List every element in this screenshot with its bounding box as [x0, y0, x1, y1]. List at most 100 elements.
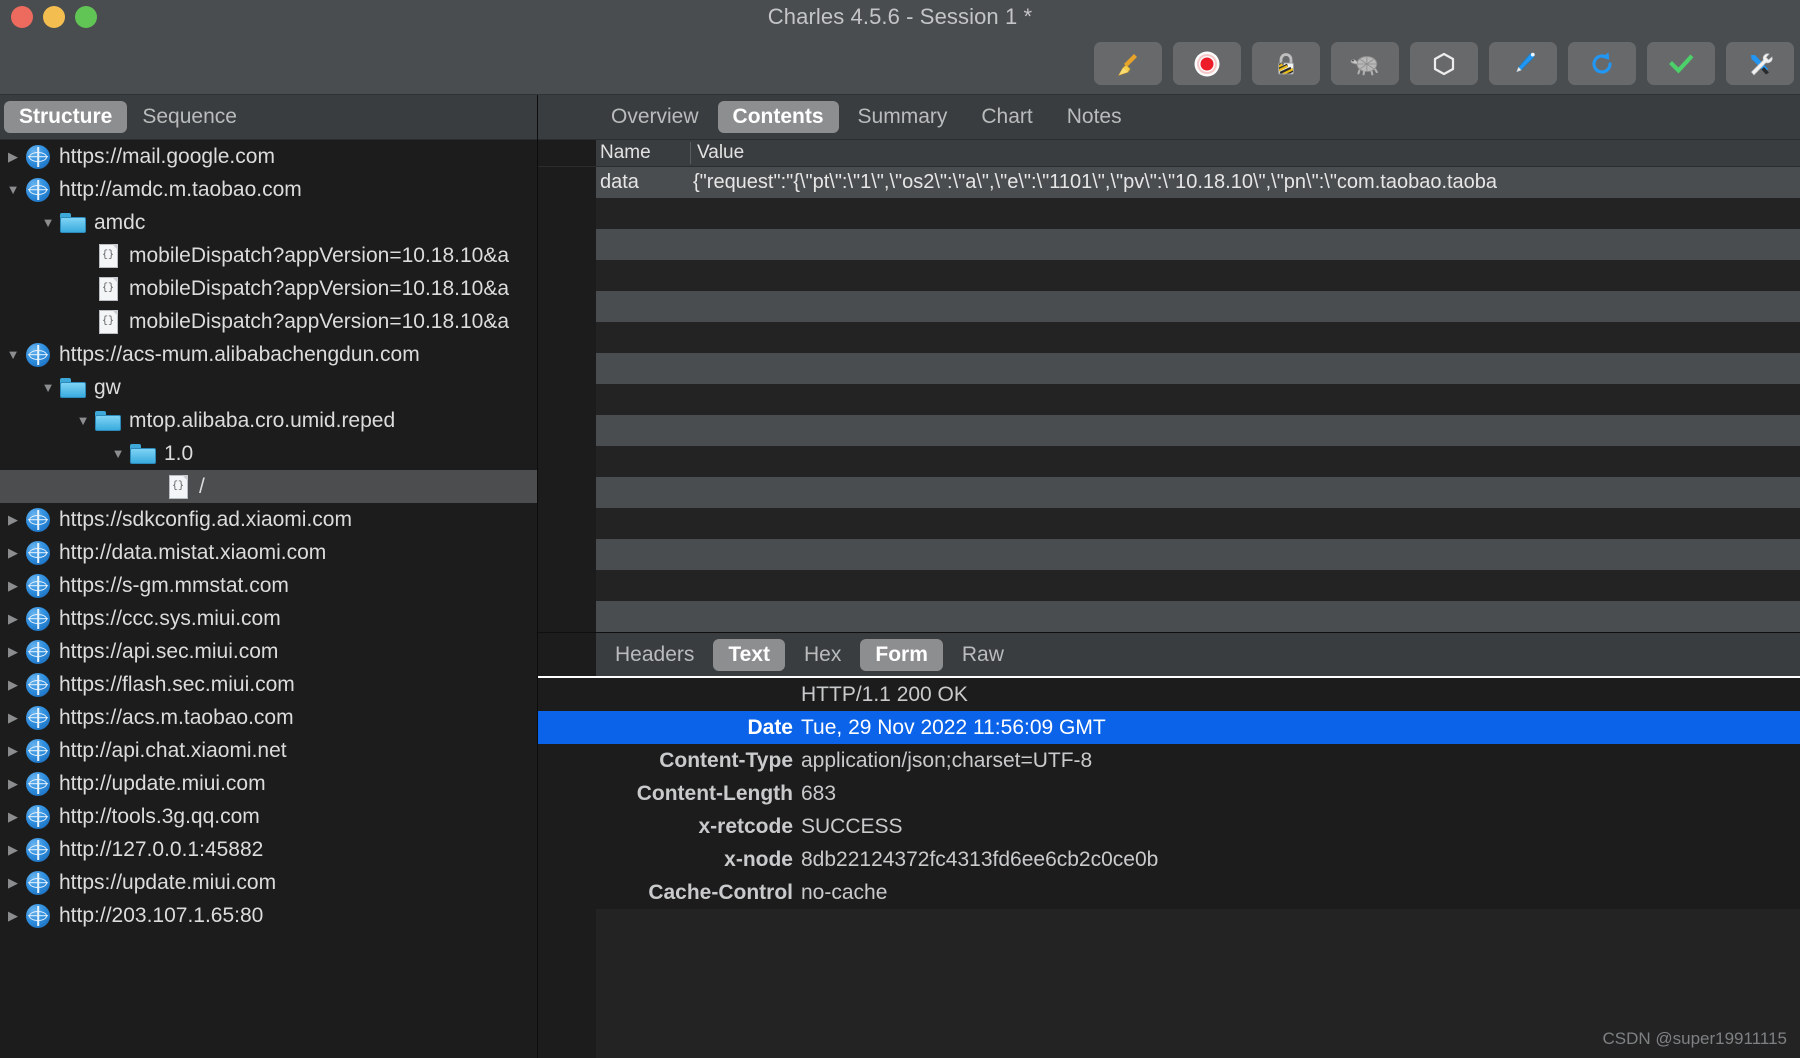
header-row[interactable]: Content-Type application/json;charset=UTF…	[538, 744, 1800, 777]
tree-row[interactable]: ▶ https://flash.sec.miui.com	[0, 668, 537, 701]
header-row[interactable]: Content-Length 683	[538, 777, 1800, 810]
chevron-right-icon[interactable]: ▶	[2, 876, 24, 889]
tree-row[interactable]: ▶ https://acs.m.taobao.com	[0, 701, 537, 734]
tab-chart[interactable]: Chart	[966, 101, 1047, 133]
tree-row[interactable]: {} mobileDispatch?appVersion=10.18.10&a	[0, 272, 537, 305]
tab-raw[interactable]: Raw	[947, 639, 1019, 671]
table-row[interactable]	[538, 508, 1800, 539]
table-row[interactable]	[538, 353, 1800, 384]
table-row[interactable]	[538, 539, 1800, 570]
tab-sequence[interactable]: Sequence	[127, 101, 252, 133]
header-row[interactable]: x-node 8db22124372fc4313fd6ee6cb2c0ce0b	[538, 843, 1800, 876]
tree-row[interactable]: ▼ https://acs-mum.alibabachengdun.com	[0, 338, 537, 371]
chevron-down-icon[interactable]: ▼	[72, 414, 94, 427]
tree-row[interactable]: ▶ http://203.107.1.65:80	[0, 899, 537, 932]
table-row[interactable]	[538, 570, 1800, 601]
tree-row[interactable]: ▶ http://data.mistat.xiaomi.com	[0, 536, 537, 569]
throttling-button[interactable]	[1331, 42, 1399, 85]
table-row[interactable]	[538, 229, 1800, 260]
tree-row[interactable]: ▶ https://ccc.sys.miui.com	[0, 602, 537, 635]
tree-row[interactable]: ▶ http://tools.3g.qq.com	[0, 800, 537, 833]
compose-button[interactable]	[1489, 42, 1557, 85]
tab-headers[interactable]: Headers	[600, 639, 709, 671]
chevron-down-icon[interactable]: ▼	[2, 183, 24, 196]
tools-button[interactable]	[1726, 42, 1794, 85]
chevron-right-icon[interactable]: ▶	[2, 711, 24, 724]
tree-row[interactable]: ▶ https://update.miui.com	[0, 866, 537, 899]
zoom-button[interactable]	[75, 5, 97, 28]
tree-row[interactable]: ▶ http://api.chat.xiaomi.net	[0, 734, 537, 767]
table-row[interactable]	[538, 601, 1800, 632]
tab-contents[interactable]: Contents	[717, 101, 839, 133]
chevron-right-icon[interactable]: ▶	[2, 645, 24, 658]
header-row[interactable]: x-retcode SUCCESS	[538, 810, 1800, 843]
clear-session-button[interactable]	[1094, 42, 1162, 85]
tree-row[interactable]: ▶ https://sdkconfig.ad.xiaomi.com	[0, 503, 537, 536]
validate-button[interactable]	[1647, 42, 1715, 85]
watermark: CSDN @super19911115	[1602, 1029, 1787, 1048]
record-button[interactable]	[1173, 42, 1241, 85]
breakpoints-button[interactable]	[1410, 42, 1478, 85]
tab-text[interactable]: Text	[713, 638, 786, 671]
chevron-right-icon[interactable]: ▶	[2, 843, 24, 856]
record-icon	[1194, 51, 1220, 76]
tab-form[interactable]: Form	[860, 638, 943, 671]
table-row[interactable]	[538, 384, 1800, 415]
chevron-right-icon[interactable]: ▶	[2, 909, 24, 922]
contents-rows[interactable]: data {"request":"{\"pt\":\"1\",\"os2\":\"…	[538, 167, 1800, 632]
tree-row[interactable]: ▶ https://s-gm.mmstat.com	[0, 569, 537, 602]
table-row[interactable]	[538, 291, 1800, 322]
chevron-right-icon[interactable]: ▶	[2, 150, 24, 163]
chevron-right-icon[interactable]: ▶	[2, 810, 24, 823]
header-row[interactable]: Cache-Control no-cache	[538, 876, 1800, 909]
chevron-right-icon[interactable]: ▶	[2, 513, 24, 526]
table-row[interactable]	[538, 415, 1800, 446]
chevron-right-icon[interactable]: ▶	[2, 678, 24, 691]
tree-row[interactable]: {} mobileDispatch?appVersion=10.18.10&a	[0, 305, 537, 338]
minimize-button[interactable]	[43, 5, 65, 28]
tree-row[interactable]: ▶ https://mail.google.com	[0, 140, 537, 173]
chevron-down-icon[interactable]: ▼	[107, 447, 129, 460]
table-row[interactable]	[538, 198, 1800, 229]
tree-row[interactable]: ▶ http://update.miui.com	[0, 767, 537, 800]
tree-row[interactable]: ▶ https://api.sec.miui.com	[0, 635, 537, 668]
table-row[interactable]	[538, 477, 1800, 508]
window-controls	[0, 5, 97, 28]
chevron-down-icon[interactable]: ▼	[37, 216, 59, 229]
chevron-right-icon[interactable]: ▶	[2, 612, 24, 625]
table-row[interactable]	[538, 260, 1800, 291]
table-row[interactable]: data {"request":"{\"pt\":\"1\",\"os2\":\"…	[538, 167, 1800, 198]
chevron-right-icon[interactable]: ▶	[2, 744, 24, 757]
tree-row[interactable]: ▼ http://amdc.m.taobao.com	[0, 173, 537, 206]
table-row[interactable]	[538, 446, 1800, 477]
tree-row[interactable]: {} mobileDispatch?appVersion=10.18.10&a	[0, 239, 537, 272]
tab-hex[interactable]: Hex	[789, 639, 856, 671]
header-key: Cache-Control	[648, 880, 793, 904]
status-line-row[interactable]: HTTP/1.1 200 OK	[538, 678, 1800, 711]
response-panel: Headers Text Hex Form Raw HTTP/1.1 200 O…	[538, 632, 1800, 909]
tree-row[interactable]: ▶ http://127.0.0.1:45882	[0, 833, 537, 866]
chevron-down-icon[interactable]: ▼	[37, 381, 59, 394]
tab-notes[interactable]: Notes	[1052, 101, 1137, 133]
tree-row[interactable]: ▼ gw	[0, 371, 537, 404]
chevron-down-icon[interactable]: ▼	[2, 348, 24, 361]
header-row[interactable]: Date Tue, 29 Nov 2022 11:56:09 GMT	[538, 711, 1800, 744]
tree-row[interactable]: {} /	[0, 470, 537, 503]
chevron-right-icon[interactable]: ▶	[2, 777, 24, 790]
headers-list[interactable]: HTTP/1.1 200 OK Date Tue, 29 Nov 2022 11:5…	[538, 678, 1800, 909]
ssl-proxying-button[interactable]	[1252, 42, 1320, 85]
tab-structure[interactable]: Structure	[4, 101, 128, 133]
tab-summary[interactable]: Summary	[843, 101, 963, 133]
session-tree[interactable]: ▶ https://mail.google.com ▼ http://amdc.m.t…	[0, 140, 537, 1058]
repeat-button[interactable]	[1568, 42, 1636, 85]
close-button[interactable]	[11, 5, 33, 28]
chevron-right-icon[interactable]: ▶	[2, 579, 24, 592]
tab-overview[interactable]: Overview	[596, 101, 714, 133]
column-value[interactable]: Value	[691, 142, 744, 164]
tree-row[interactable]: ▼ mtop.alibaba.cro.umid.reped	[0, 404, 537, 437]
table-row[interactable]	[538, 322, 1800, 353]
tree-row[interactable]: ▼ amdc	[0, 206, 537, 239]
column-name[interactable]: Name	[596, 142, 691, 164]
tree-row[interactable]: ▼ 1.0	[0, 437, 537, 470]
chevron-right-icon[interactable]: ▶	[2, 546, 24, 559]
